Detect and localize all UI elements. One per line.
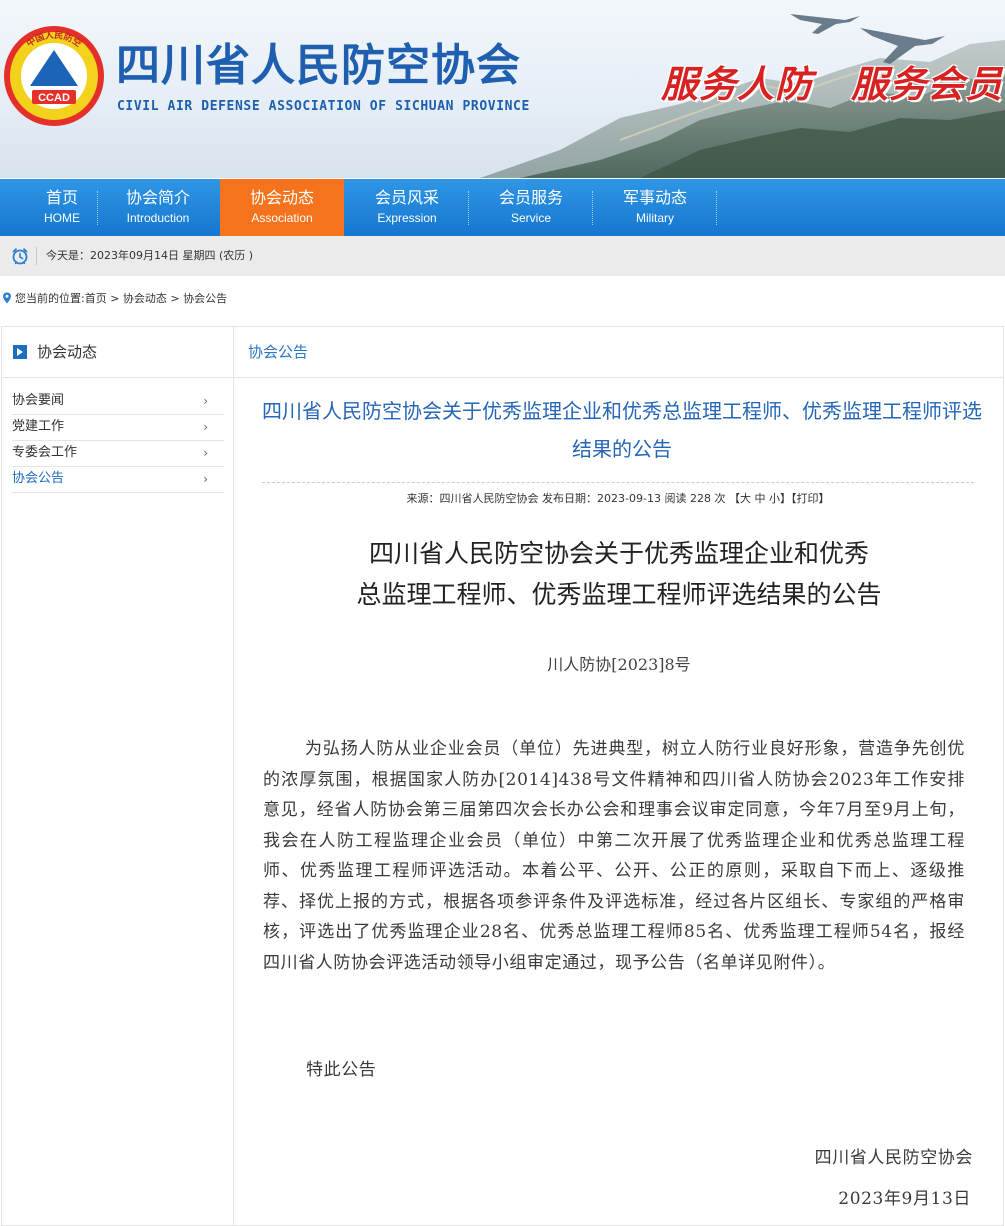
site-banner: CCAD 中国人民防空 四川省人民防空协会 CIVIL AIR DEFENSE … xyxy=(0,0,1005,178)
sidebar-item-announcements[interactable]: 协会公告 › xyxy=(12,467,224,493)
nav-label-en: Military xyxy=(636,211,674,225)
nav-label-cn: 协会动态 xyxy=(249,188,314,207)
datebar-divider xyxy=(36,247,37,265)
sidebar-item-label: 协会公告 xyxy=(12,471,65,486)
article-divider xyxy=(262,482,974,483)
nav-item-expression[interactable]: 会员风采 Expression xyxy=(345,179,469,236)
section-header: 协会公告 xyxy=(234,327,1004,378)
document-title-line: 总监理工程师、优秀监理工程师评选结果的公告 xyxy=(356,580,882,609)
chevron-right-icon: › xyxy=(203,420,208,434)
document-title-line: 四川省人民防空协会关于优秀监理企业和优秀 xyxy=(368,539,869,568)
nav-label-cn: 会员服务 xyxy=(498,188,563,207)
nav-label-cn: 军事动态 xyxy=(622,188,687,207)
chevron-right-icon: › xyxy=(203,446,208,460)
sidebar-item-committee-work[interactable]: 专委会工作 › xyxy=(12,441,224,467)
today-date-text: 今天是：2023年09月14日 星期四 (农历 ) xyxy=(46,249,254,262)
breadcrumb: 您当前的位置:首页 > 协会动态 > 协会公告 xyxy=(2,292,227,306)
breadcrumb-text: 您当前的位置:首页 > 协会动态 > 协会公告 xyxy=(15,292,228,305)
article-source-info: 来源：四川省人民防空协会 发布日期：2023-09-13 阅读 228 次 xyxy=(406,492,726,505)
article-meta: 来源：四川省人民防空协会 发布日期：2023-09-13 阅读 228 次 【大… xyxy=(262,492,974,506)
nav-label-en: Association xyxy=(251,211,313,225)
site-title: 四川省人民防空协会 xyxy=(116,40,521,91)
play-arrow-icon xyxy=(13,345,27,359)
nav-item-introduction[interactable]: 协会简介 Introduction xyxy=(96,179,220,236)
sidebar-item-label: 协会要闻 xyxy=(12,393,65,408)
chevron-right-icon: › xyxy=(203,472,208,486)
print-button[interactable]: 【打印】 xyxy=(791,492,830,505)
document-number: 川人防协[2023]8号 xyxy=(547,655,691,674)
document-body: 为弘扬人防从业企业会员（单位）先进典型，树立人防行业良好形象，营造争先创优的浓厚… xyxy=(263,739,965,973)
document-signature: 四川省人民防空协会 xyxy=(814,1148,973,1168)
sidebar-header: 协会动态 xyxy=(2,327,233,378)
sidebar-item-news[interactable]: 协会要闻 › xyxy=(12,389,224,415)
nav-divider xyxy=(716,191,717,225)
nav-label-cn: 会员风采 xyxy=(374,188,439,207)
nav-label-en: Service xyxy=(510,211,551,225)
chevron-right-icon: › xyxy=(203,394,208,408)
date-bar: 今天是：2023年09月14日 星期四 (农历 ) xyxy=(0,236,1005,276)
nav-label-en: Expression xyxy=(377,211,437,225)
alarm-clock-icon xyxy=(12,248,28,265)
sidebar-menu: 协会要闻 › 党建工作 › 专委会工作 › 协会公告 › xyxy=(12,389,224,493)
main-nav: 首页 HOME 协会简介 Introduction 协会动态 Associati… xyxy=(0,179,1005,236)
article-panel: 协会公告 四川省人民防空协会关于优秀监理企业和优秀总监理工程师、优秀监理工程师评… xyxy=(234,326,1004,1226)
sidebar-item-label: 党建工作 xyxy=(12,419,65,434)
sidebar: 协会动态 协会要闻 › 党建工作 › 专委会工作 › 协会公告 › xyxy=(1,326,234,1226)
nav-item-military[interactable]: 军事动态 Military xyxy=(593,179,717,236)
location-pin-icon xyxy=(3,292,11,304)
nav-item-association[interactable]: 协会动态 Association xyxy=(220,179,344,236)
nav-label-cn: 协会简介 xyxy=(125,188,190,207)
nav-item-service[interactable]: 会员服务 Service xyxy=(469,179,593,236)
document-title: 四川省人民防空协会关于优秀监理企业和优秀 总监理工程师、优秀监理工程师评选结果的… xyxy=(264,533,974,615)
sidebar-title: 协会动态 xyxy=(37,343,98,361)
logo-badge-text: CCAD xyxy=(38,92,70,104)
document-closing: 特此公告 xyxy=(306,1060,377,1080)
document-date: 2023年9月13日 xyxy=(838,1189,971,1209)
sidebar-item-label: 专委会工作 xyxy=(12,445,78,460)
site-title-en: CIVIL AIR DEFENSE ASSOCIATION OF SICHUAN… xyxy=(117,99,530,114)
banner-slogan: 服务人防 服务会员 xyxy=(661,63,1003,106)
sidebar-item-party-building[interactable]: 党建工作 › xyxy=(12,415,224,441)
association-logo: CCAD 中国人民防空 xyxy=(4,26,104,126)
font-size-switch[interactable]: 【大 中 小】 xyxy=(729,492,791,505)
section-title: 协会公告 xyxy=(248,343,309,361)
article-title: 四川省人民防空协会关于优秀监理企业和优秀总监理工程师、优秀监理工程师评选结果的公… xyxy=(262,399,982,461)
nav-label-en: Introduction xyxy=(126,211,190,225)
